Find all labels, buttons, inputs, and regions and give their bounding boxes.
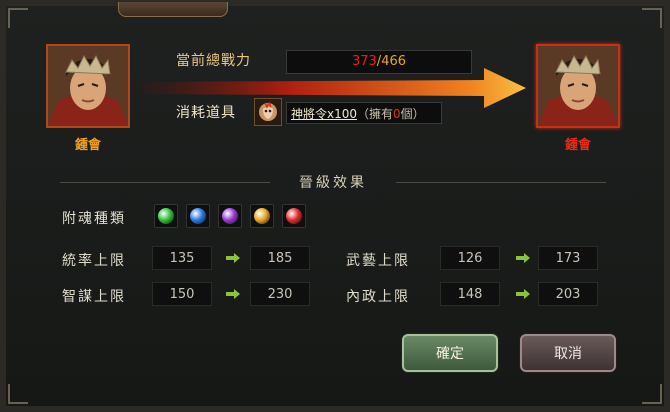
frame-corner — [8, 384, 28, 404]
stat-current-value: 150 — [152, 282, 212, 306]
own-count: 0 — [393, 107, 401, 121]
blue-orb-icon — [190, 208, 206, 224]
consume-item-link[interactable]: 神將令x100 — [291, 107, 357, 121]
stat-upgraded-value: 230 — [250, 282, 310, 306]
stat-current-value: 126 — [440, 246, 500, 270]
right-arrow-icon — [516, 289, 530, 299]
stat-label: 智謀上限 — [62, 289, 126, 305]
power-label: 當前總戰力 — [176, 53, 251, 69]
stat-label: 武藝上限 — [346, 253, 410, 269]
hero-name-after: 鍾會 — [564, 138, 591, 153]
soul-orb-slot[interactable] — [186, 204, 210, 228]
stat-current-value: 148 — [440, 282, 500, 306]
cancel-button[interactable]: 取消 — [520, 334, 616, 372]
red-orb-icon — [286, 208, 302, 224]
stat-upgraded-value: 185 — [250, 246, 310, 270]
hero-portrait-after — [536, 44, 620, 128]
right-arrow-icon — [226, 289, 240, 299]
green-orb-icon — [158, 208, 174, 224]
soul-orb-slot[interactable] — [218, 204, 242, 228]
own-prefix: （擁有 — [357, 107, 394, 121]
dialog-title-tab — [118, 2, 228, 17]
section-divider-right — [396, 182, 606, 183]
soul-type-label: 附魂種類 — [62, 211, 126, 227]
hero-portrait-image — [538, 46, 618, 126]
gold-orb-icon — [254, 208, 270, 224]
consume-label: 消耗道具 — [176, 105, 236, 121]
stat-label: 內政上限 — [346, 289, 410, 305]
purple-orb-icon — [222, 208, 238, 224]
soul-orb-slot[interactable] — [154, 204, 178, 228]
stat-upgraded-value: 203 — [538, 282, 598, 306]
token-item-icon[interactable] — [254, 98, 282, 126]
hero-portrait-before — [46, 44, 130, 128]
hero-name-before: 鍾會 — [74, 138, 101, 153]
frame-corner — [642, 8, 662, 28]
hero-portrait-image — [48, 46, 128, 126]
soul-orb-slot[interactable] — [250, 204, 274, 228]
right-arrow-icon — [516, 253, 530, 263]
section-title: 晉級效果 — [299, 175, 367, 191]
token-icon — [259, 101, 277, 121]
right-arrow-icon — [226, 253, 240, 263]
section-divider-left — [60, 182, 270, 183]
soul-orb-slot[interactable] — [282, 204, 306, 228]
stat-upgraded-value: 173 — [538, 246, 598, 270]
frame-corner — [8, 8, 28, 28]
stat-label: 統率上限 — [62, 253, 126, 269]
power-current: 373 — [351, 54, 377, 69]
own-suffix: 個） — [400, 107, 425, 121]
confirm-button[interactable]: 確定 — [402, 334, 498, 372]
power-value: 373/466 — [286, 50, 472, 74]
consume-item-box: 神將令x100（擁有0個） — [286, 102, 442, 124]
frame-corner — [642, 384, 662, 404]
power-max: 466 — [381, 54, 407, 69]
stat-current-value: 135 — [152, 246, 212, 270]
